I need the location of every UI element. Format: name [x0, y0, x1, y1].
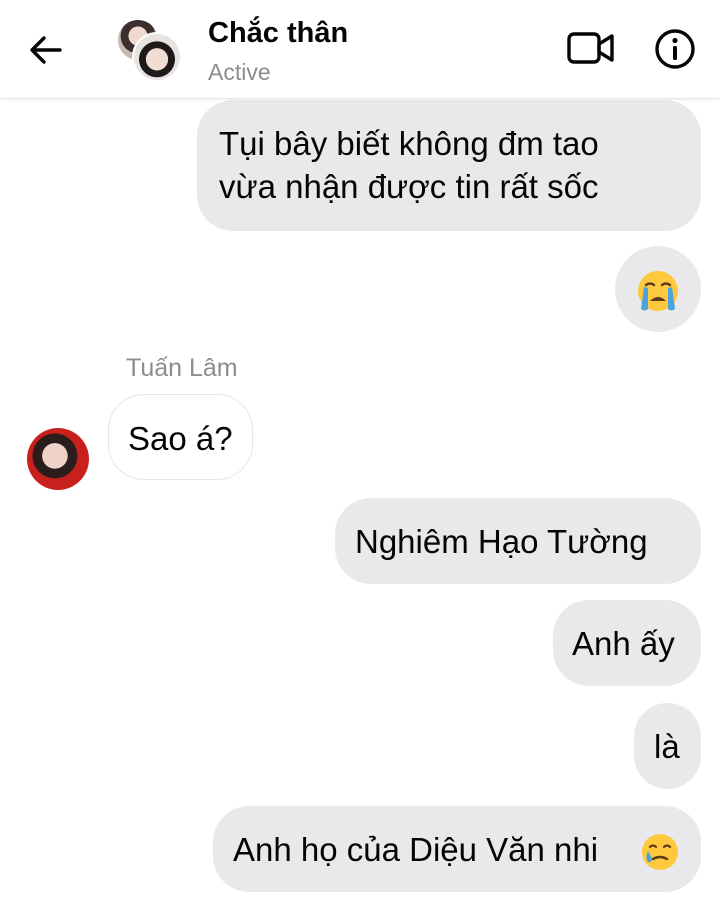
message-bubble-outgoing[interactable]: Anh ấy [553, 600, 701, 686]
message-text: Tụi bây biết không đm tao [219, 125, 599, 162]
message-bubble-outgoing[interactable] [615, 246, 701, 332]
message-text: vừa nhận được tin rất sốc [219, 168, 599, 205]
message-text: Sao á? [128, 420, 233, 457]
info-icon[interactable] [654, 28, 696, 70]
avatar [132, 32, 182, 82]
message-text: Anh ấy [572, 625, 675, 662]
sender-name: Tuấn Lâm [126, 354, 238, 382]
crying-face-emoji-icon [638, 271, 678, 311]
message-bubble-outgoing[interactable]: Nghiêm Hạo Tường [335, 498, 701, 584]
message-bubble-outgoing[interactable]: Anh họ của Diệu Văn nhi [213, 806, 701, 892]
message-text: Anh họ của Diệu Văn nhi [233, 831, 599, 868]
chat-title[interactable]: Chắc thân [208, 17, 348, 50]
message-text: là [654, 728, 680, 765]
video-camera-icon[interactable] [566, 30, 616, 66]
active-status: Active [208, 59, 271, 85]
message-bubble-outgoing[interactable]: là [634, 703, 701, 789]
message-bubble-outgoing[interactable]: Tụi bây biết không đm tao vừa nhận được … [197, 100, 701, 231]
back-arrow-icon[interactable] [28, 34, 64, 66]
message-text: Nghiêm Hạo Tường [355, 523, 648, 560]
smiling-face-with-tear-emoji-icon [642, 834, 678, 870]
avatar[interactable] [27, 428, 89, 490]
message-bubble-incoming[interactable]: Sao á? [108, 394, 253, 480]
chat-header: Chắc thân Active [0, 0, 720, 99]
group-avatar[interactable] [116, 18, 182, 82]
